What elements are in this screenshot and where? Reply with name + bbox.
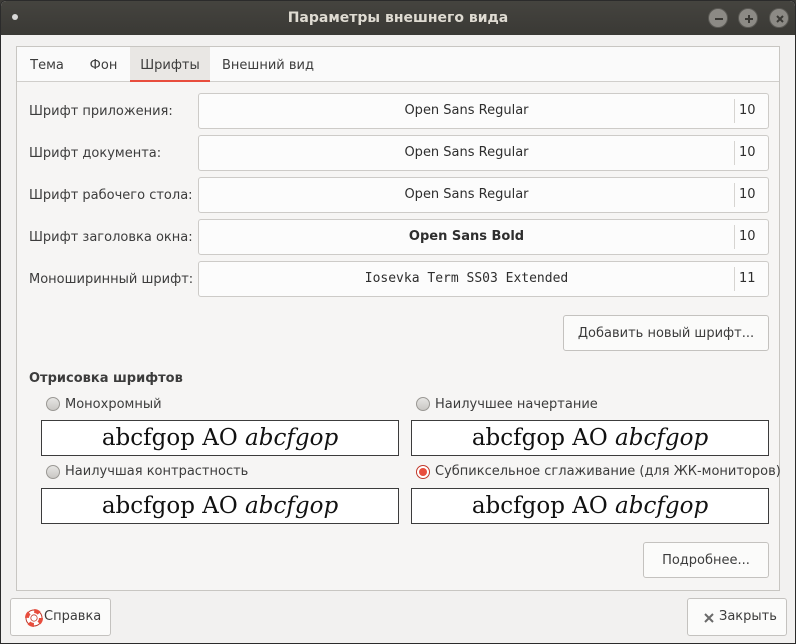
tab-background[interactable]: Фон xyxy=(77,47,130,82)
application-font-button[interactable]: Open Sans Regular 10 xyxy=(198,93,769,129)
sample-italic-text: abcfgop xyxy=(245,425,339,451)
best-shapes-radio[interactable] xyxy=(416,397,430,411)
window-title-font-label: Шрифт заголовка окна: xyxy=(29,230,193,245)
minimize-icon xyxy=(715,18,723,20)
close-icon xyxy=(776,15,784,23)
tab-bar: Тема Фон Шрифты Внешний вид xyxy=(17,47,779,82)
sample-regular-text: abcfgop AO xyxy=(101,493,238,519)
minimize-button[interactable] xyxy=(708,8,728,28)
tab-theme[interactable]: Тема xyxy=(17,47,77,82)
application-font-label: Шрифт приложения: xyxy=(29,104,173,119)
font-name: Iosevka Term SS03 Extended xyxy=(364,271,569,286)
sample-italic-text: abcfgop xyxy=(615,493,709,519)
help-button[interactable]: Справка xyxy=(10,598,111,636)
appearance-preferences-window: Параметры внешнего вида Тема Фон Шрифты … xyxy=(0,0,796,644)
sample-regular-text: abcfgop AO xyxy=(471,493,608,519)
window-title: Параметры внешнего вида xyxy=(287,10,509,26)
close-label: Закрыть xyxy=(719,609,777,624)
sample-italic-text: abcfgop xyxy=(615,425,709,451)
maximize-icon xyxy=(745,15,753,23)
tab-visual-effects[interactable]: Внешний вид xyxy=(210,47,326,82)
details-button[interactable]: Подробнее... xyxy=(643,542,769,578)
font-size: 10 xyxy=(739,103,756,118)
window-title-font-button[interactable]: Open Sans Bold 10 xyxy=(198,219,769,255)
close-button[interactable]: Закрыть xyxy=(687,598,787,636)
monospace-font-label: Моноширинный шрифт: xyxy=(29,272,194,287)
subpixel-radio[interactable] xyxy=(416,465,430,479)
monochrome-radio[interactable] xyxy=(46,397,60,411)
subpixel-label[interactable]: Субпиксельное сглаживание (для ЖК-монито… xyxy=(435,464,781,479)
close-window-button[interactable] xyxy=(769,8,789,28)
divider xyxy=(734,267,735,291)
document-font-button[interactable]: Open Sans Regular 10 xyxy=(198,135,769,171)
monochrome-label[interactable]: Монохромный xyxy=(65,397,162,412)
divider xyxy=(734,225,735,249)
help-label: Справка xyxy=(44,609,102,624)
monochrome-sample: abcfgop AO abcfgop xyxy=(41,420,399,456)
subpixel-sample: abcfgop AO abcfgop xyxy=(411,488,769,524)
best-shapes-label[interactable]: Наилучшее начертание xyxy=(435,397,598,412)
font-name: Open Sans Bold xyxy=(408,229,525,244)
font-name: Open Sans Regular xyxy=(404,145,529,160)
tab-fonts[interactable]: Шрифты xyxy=(130,47,210,82)
help-lifebuoy-icon xyxy=(25,609,43,627)
maximize-button[interactable] xyxy=(738,8,758,28)
divider xyxy=(734,141,735,165)
add-font-button[interactable]: Добавить новый шрифт... xyxy=(563,315,769,351)
font-name: Open Sans Regular xyxy=(404,103,529,118)
desktop-font-button[interactable]: Open Sans Regular 10 xyxy=(198,177,769,213)
font-name: Open Sans Regular xyxy=(404,187,529,202)
document-font-label: Шрифт документа: xyxy=(29,146,162,161)
sample-regular-text: abcfgop AO xyxy=(471,425,608,451)
font-size: 11 xyxy=(739,271,756,286)
font-size: 10 xyxy=(739,187,756,202)
best-contrast-sample: abcfgop AO abcfgop xyxy=(41,488,399,524)
font-size: 10 xyxy=(739,229,756,244)
sample-regular-text: abcfgop AO xyxy=(101,425,238,451)
titlebar: Параметры внешнего вида xyxy=(1,1,795,35)
best-contrast-label[interactable]: Наилучшая контрастность xyxy=(65,464,248,479)
sample-italic-text: abcfgop xyxy=(245,493,339,519)
monospace-font-button[interactable]: Iosevka Term SS03 Extended 11 xyxy=(198,261,769,297)
divider xyxy=(734,99,735,123)
close-x-icon xyxy=(704,613,714,623)
font-size: 10 xyxy=(739,145,756,160)
desktop-font-label: Шрифт рабочего стола: xyxy=(29,188,193,203)
best-shapes-sample: abcfgop AO abcfgop xyxy=(411,420,769,456)
best-contrast-radio[interactable] xyxy=(46,465,60,479)
font-rendering-heading: Отрисовка шрифтов xyxy=(29,371,183,386)
divider xyxy=(734,183,735,207)
